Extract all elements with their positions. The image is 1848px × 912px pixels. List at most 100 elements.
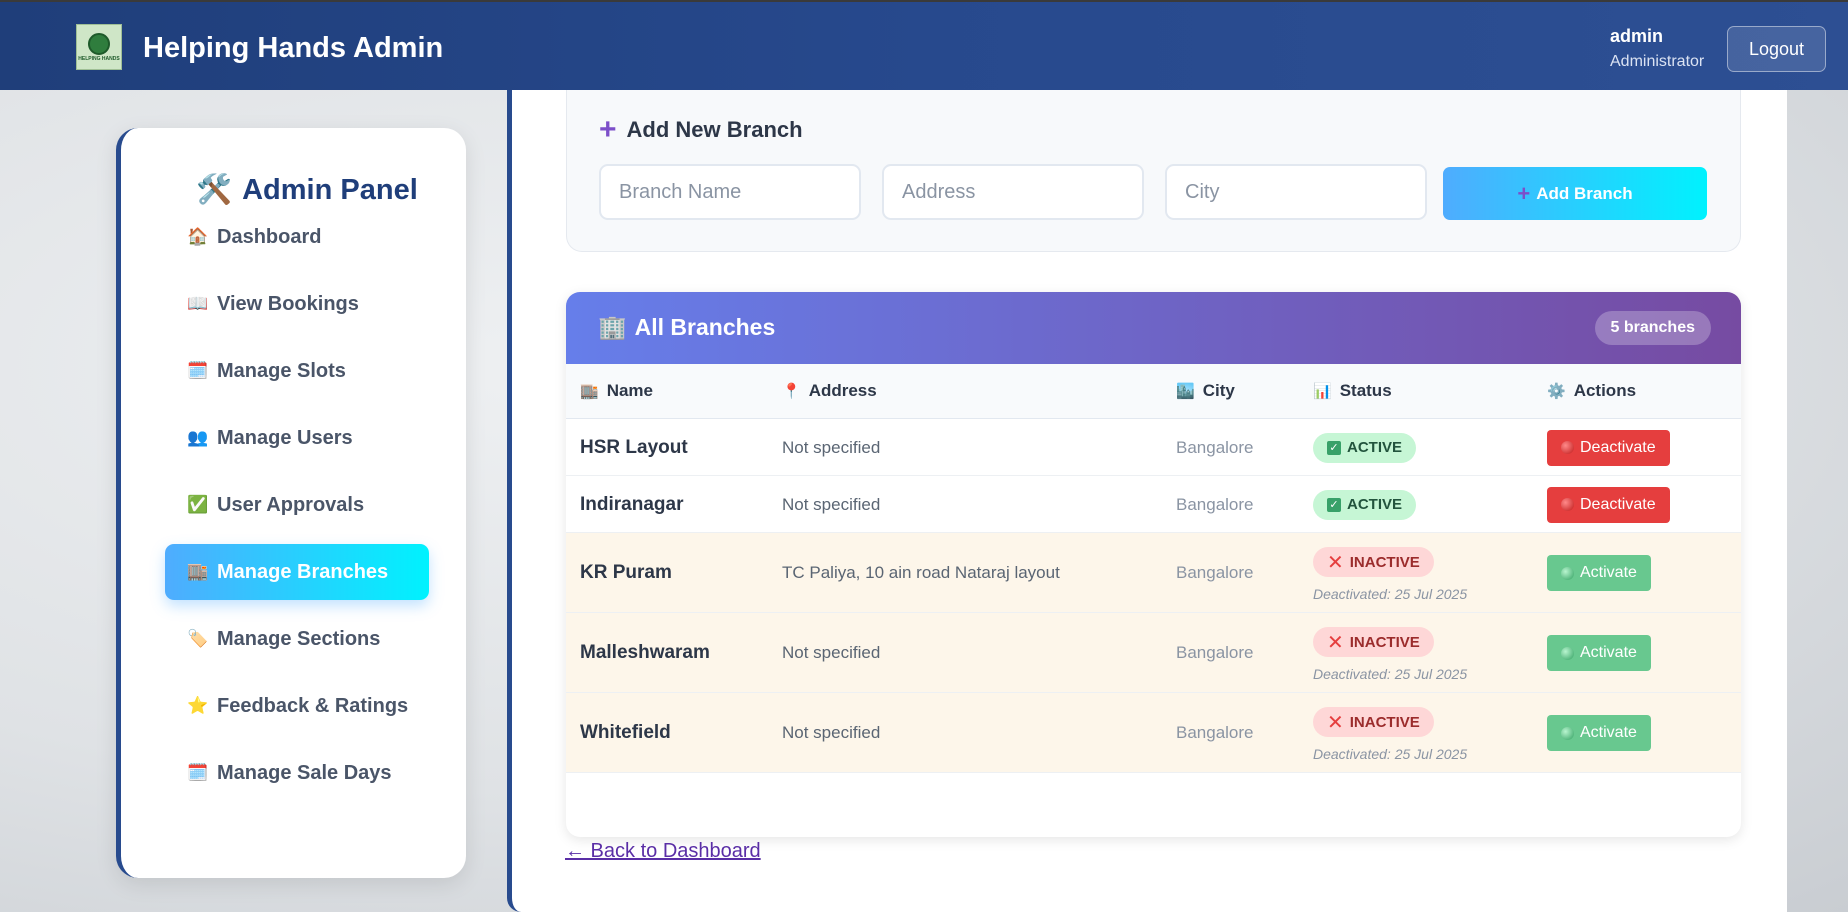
status-badge: ✓ ACTIVE [1313,432,1417,463]
plus-icon: + [599,113,617,146]
column-header-label: City [1202,381,1235,400]
house-icon: 🏠 [187,227,209,246]
gear-icon: ⚙️ [1547,383,1566,400]
address-input[interactable] [882,164,1144,220]
branch-city: Bangalore [1176,494,1254,514]
logo-text: HELPING HANDS [78,55,120,62]
branch-name: KR Puram [580,562,672,583]
sidebar-item-label: Manage Branches [217,560,389,583]
add-branch-title: + Add New Branch [599,113,803,146]
column-header-actions: ⚙️ Actions [1547,381,1636,401]
pin-icon: 📍 [782,383,801,400]
sidebar-item-label: User Approvals [217,493,365,516]
table-row: Whitefield Not specified Bangalore ✕ INACTIV… [566,693,1741,773]
status-label: ACTIVE [1347,496,1403,513]
activate-button[interactable]: Activate [1547,715,1651,751]
column-header-label: Name [606,381,653,400]
green-circle-icon [1561,566,1574,580]
globe-icon [88,32,110,55]
branch-address: Not specified [782,643,881,662]
branch-count-badge: 5 branches [1594,311,1711,345]
red-circle-icon [1561,441,1574,454]
column-header-address: 📍 Address [782,381,877,401]
column-header-name: 🏬 Name [580,381,653,401]
branch-name: HSR Layout [580,436,688,458]
sidebar-item-label: Manage Users [217,426,353,449]
column-header-label: Status [1339,381,1392,400]
sidebar-item-label: View Bookings [217,292,359,315]
red-circle-icon [1561,498,1574,511]
sidebar-item-manage-slots[interactable]: 🗓️ Manage Slots [165,343,429,399]
branch-name: Indiranagar [580,493,684,515]
branch-name: Whitefield [580,722,671,743]
calendar-icon: 🗓️ [187,361,209,380]
plus-icon: + [1517,180,1531,206]
deactivated-date: Deactivated: 25 Jul 2025 [1313,586,1468,602]
column-header-status: 📊 Status [1313,381,1392,401]
check-icon: ✓ [1327,497,1341,512]
cross-icon: ✕ [1327,551,1344,574]
sidebar-item-label: Feedback & Ratings [217,694,409,717]
deactivated-date: Deactivated: 25 Jul 2025 [1313,666,1468,682]
branch-address: Not specified [782,437,881,457]
branches-table-card: 🏢 All Branches 5 branches 🏬 Name 📍 Address 🏙… [566,292,1741,837]
main-content: + Add New Branch + Add Branch 🏢 All Bran… [507,90,1787,912]
sidebar-item-label: Manage Sections [217,627,381,650]
sidebar-item-user-approvals[interactable]: ✅ User Approvals [165,477,429,533]
add-branch-button[interactable]: + Add Branch [1443,167,1707,220]
branch-city: Bangalore [1176,437,1254,457]
branch-name-input[interactable] [599,164,861,220]
add-branch-button-label: Add Branch [1536,183,1633,203]
status-badge: ✓ ACTIVE [1313,489,1417,520]
sidebar-title: 🛠️ Admin Panel [196,173,418,207]
branches-title: 🏢 All Branches [598,314,775,341]
deactivate-button[interactable]: Deactivate [1547,429,1670,466]
user-role: Administrator [1610,53,1705,70]
sidebar-item-feedback-ratings[interactable]: ⭐ Feedback & Ratings [165,678,429,734]
users-icon: 👥 [187,428,209,447]
sidebar-item-manage-sale-days[interactable]: 🗓️ Manage Sale Days [165,745,429,801]
status-label: ACTIVE [1347,439,1403,456]
green-circle-icon [1561,726,1574,740]
app-title: Helping Hands Admin [143,32,444,64]
top-header: HELPING HANDS Helping Hands Admin admin … [0,0,1848,90]
green-circle-icon [1561,646,1574,660]
sidebar-item-dashboard[interactable]: 🏠 Dashboard [165,209,429,265]
sidebar: 🛠️ Admin Panel 🏠 Dashboard 📖 View Bookings 🗓… [116,128,466,878]
deactivate-button[interactable]: Deactivate [1547,486,1670,523]
action-button-label: Deactivate [1580,438,1656,456]
add-branch-title-label: Add New Branch [626,117,803,142]
table-row: HSR Layout Not specified Bangalore ✓ ACTIVE D… [566,419,1741,476]
action-button-label: Activate [1580,564,1637,581]
back-to-dashboard-link[interactable]: ← Back to Dashboard [565,840,761,863]
star-icon: ⭐ [187,696,209,715]
city-input[interactable] [1165,164,1427,220]
user-info: admin Administrator [1610,26,1704,71]
sidebar-item-label: Manage Sale Days [217,761,392,784]
sidebar-item-manage-users[interactable]: 👥 Manage Users [165,410,429,466]
action-button-label: Deactivate [1580,495,1656,513]
logout-button[interactable]: Logout [1727,26,1826,72]
branch-city: Bangalore [1176,723,1254,742]
sidebar-item-label: Dashboard [217,225,322,248]
branch-name: Malleshwaram [580,642,710,663]
chart-icon: 📊 [1313,383,1332,400]
status-label: INACTIVE [1349,553,1420,571]
status-badge: ✕ INACTIVE [1313,627,1434,657]
tag-icon: 🏷️ [187,629,209,648]
helping-hands-logo: HELPING HANDS [76,24,122,70]
sidebar-item-view-bookings[interactable]: 📖 View Bookings [165,276,429,332]
table-row: KR Puram TC Paliya, 10 ain road Nataraj l… [566,533,1741,613]
activate-button[interactable]: Activate [1547,555,1651,591]
table-row: Malleshwaram Not specified Bangalore ✕ INACT… [566,613,1741,693]
activate-button[interactable]: Activate [1547,635,1651,671]
building-icon: 🏬 [580,383,599,400]
branch-address: Not specified [782,494,881,514]
check-icon: ✓ [1327,440,1341,455]
branches-table-header: 🏢 All Branches 5 branches [566,292,1741,364]
sidebar-item-manage-sections[interactable]: 🏷️ Manage Sections [165,611,429,667]
city-icon: 🏙️ [1176,383,1195,400]
sidebar-item-manage-branches[interactable]: 🏬 Manage Branches [165,544,429,600]
branch-city: Bangalore [1176,563,1254,582]
branch-address: Not specified [782,723,881,742]
